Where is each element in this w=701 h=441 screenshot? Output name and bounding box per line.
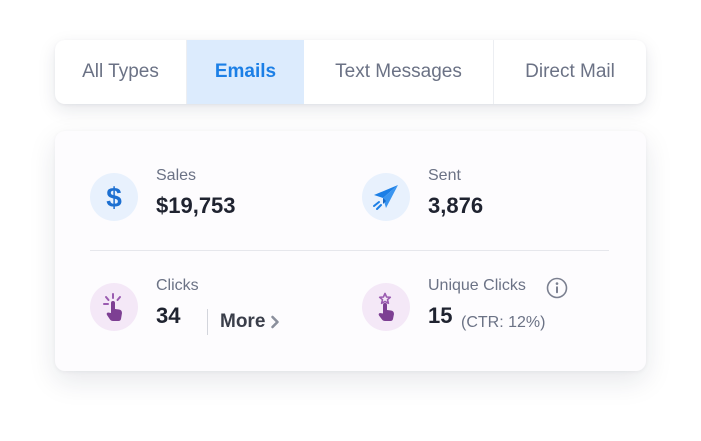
stat-unique-clicks-value: 15 bbox=[428, 303, 453, 328]
chevron-right-icon bbox=[270, 315, 280, 329]
info-icon[interactable] bbox=[546, 277, 568, 299]
stat-clicks-value: 34 bbox=[156, 303, 181, 328]
svg-text:$: $ bbox=[106, 182, 122, 213]
stats-card: $ Sales $19,753 Sent 3,876 Clicks 34 Mor… bbox=[55, 131, 646, 371]
tab-direct-mail[interactable]: Direct Mail bbox=[494, 40, 646, 104]
more-link[interactable]: More bbox=[207, 309, 280, 335]
more-label: More bbox=[220, 311, 266, 332]
tab-all-types[interactable]: All Types bbox=[55, 40, 187, 104]
paper-plane-icon bbox=[362, 173, 410, 221]
more-separator bbox=[207, 309, 208, 335]
stat-unique-clicks-label: Unique Clicks bbox=[428, 277, 526, 294]
tab-text-messages[interactable]: Text Messages bbox=[304, 40, 494, 104]
pointer-click-icon bbox=[90, 283, 138, 331]
stat-sent-value: 3,876 bbox=[428, 193, 484, 218]
stat-sales-label: Sales bbox=[156, 167, 197, 184]
stats-divider bbox=[90, 250, 609, 251]
stat-unique-clicks-ctr: (CTR: 12%) bbox=[461, 314, 546, 331]
channel-tabs: All Types Emails Text Messages Direct Ma… bbox=[55, 40, 646, 104]
stat-sent-label: Sent bbox=[428, 167, 461, 184]
tab-emails[interactable]: Emails bbox=[187, 40, 304, 104]
stat-sales-value: $19,753 bbox=[156, 193, 236, 218]
pointer-star-icon bbox=[362, 283, 410, 331]
stat-clicks-label: Clicks bbox=[156, 277, 199, 294]
dollar-icon: $ bbox=[90, 173, 138, 221]
